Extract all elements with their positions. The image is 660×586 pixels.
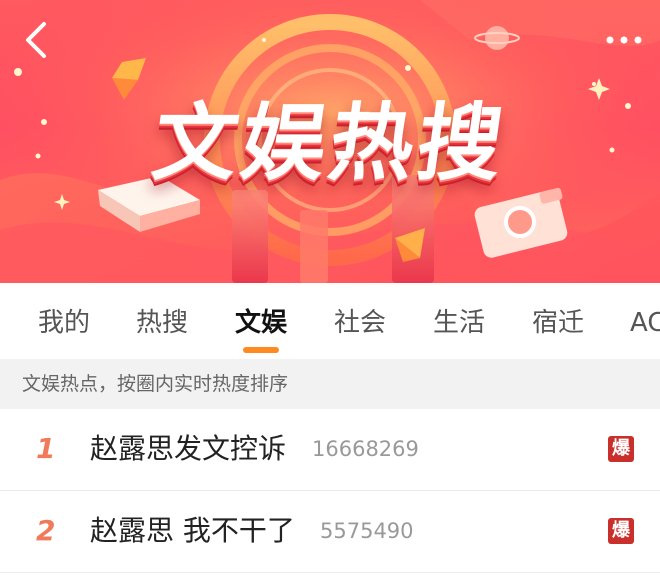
hot-badge: 爆	[608, 518, 634, 544]
tab-hot-search[interactable]: 热搜	[136, 303, 188, 343]
heat-count: 16668269	[312, 437, 419, 461]
heat-count: 5575490	[320, 519, 414, 543]
hot-badge: 爆	[608, 436, 634, 462]
rank-number: 1	[36, 432, 56, 465]
list-item-title: 赵露思 我不干了	[90, 514, 295, 547]
more-button[interactable]	[602, 28, 646, 52]
back-button[interactable]	[14, 14, 58, 66]
section-description: 文娱热点，按圈内实时热度排序	[0, 359, 660, 409]
more-dots-icon	[606, 36, 642, 44]
tab-life[interactable]: 生活	[433, 303, 485, 343]
page-title: 文娱热搜	[147, 94, 513, 192]
hot-search-list: 1 赵露思发文控诉 16668269 爆 2 赵露思 我不干了 5575490 …	[0, 409, 660, 573]
rank-number: 2	[36, 514, 56, 547]
tab-bar: 我的 热搜 文娱 社会 生活 宿迁 AC	[0, 283, 660, 359]
chevron-left-icon	[26, 22, 46, 58]
tab-mine[interactable]: 我的	[38, 303, 90, 343]
tab-suqian[interactable]: 宿迁	[532, 303, 584, 343]
list-item-title: 赵露思发文控诉	[90, 432, 287, 465]
list-item[interactable]: 2 赵露思 我不干了 5575490 爆	[0, 491, 660, 573]
tab-ac[interactable]: AC	[630, 303, 660, 343]
list-item[interactable]: 1 赵露思发文控诉 16668269 爆	[0, 409, 660, 491]
tab-entertainment[interactable]: 文娱	[235, 303, 287, 343]
banner: 文娱热搜	[0, 0, 660, 283]
active-tab-indicator	[243, 347, 279, 353]
tab-society[interactable]: 社会	[334, 303, 386, 343]
page: 文娱热搜 我的 热搜 文娱 社会 生活 宿迁 AC 文娱热点，按圈内实时热度排序…	[0, 0, 660, 586]
